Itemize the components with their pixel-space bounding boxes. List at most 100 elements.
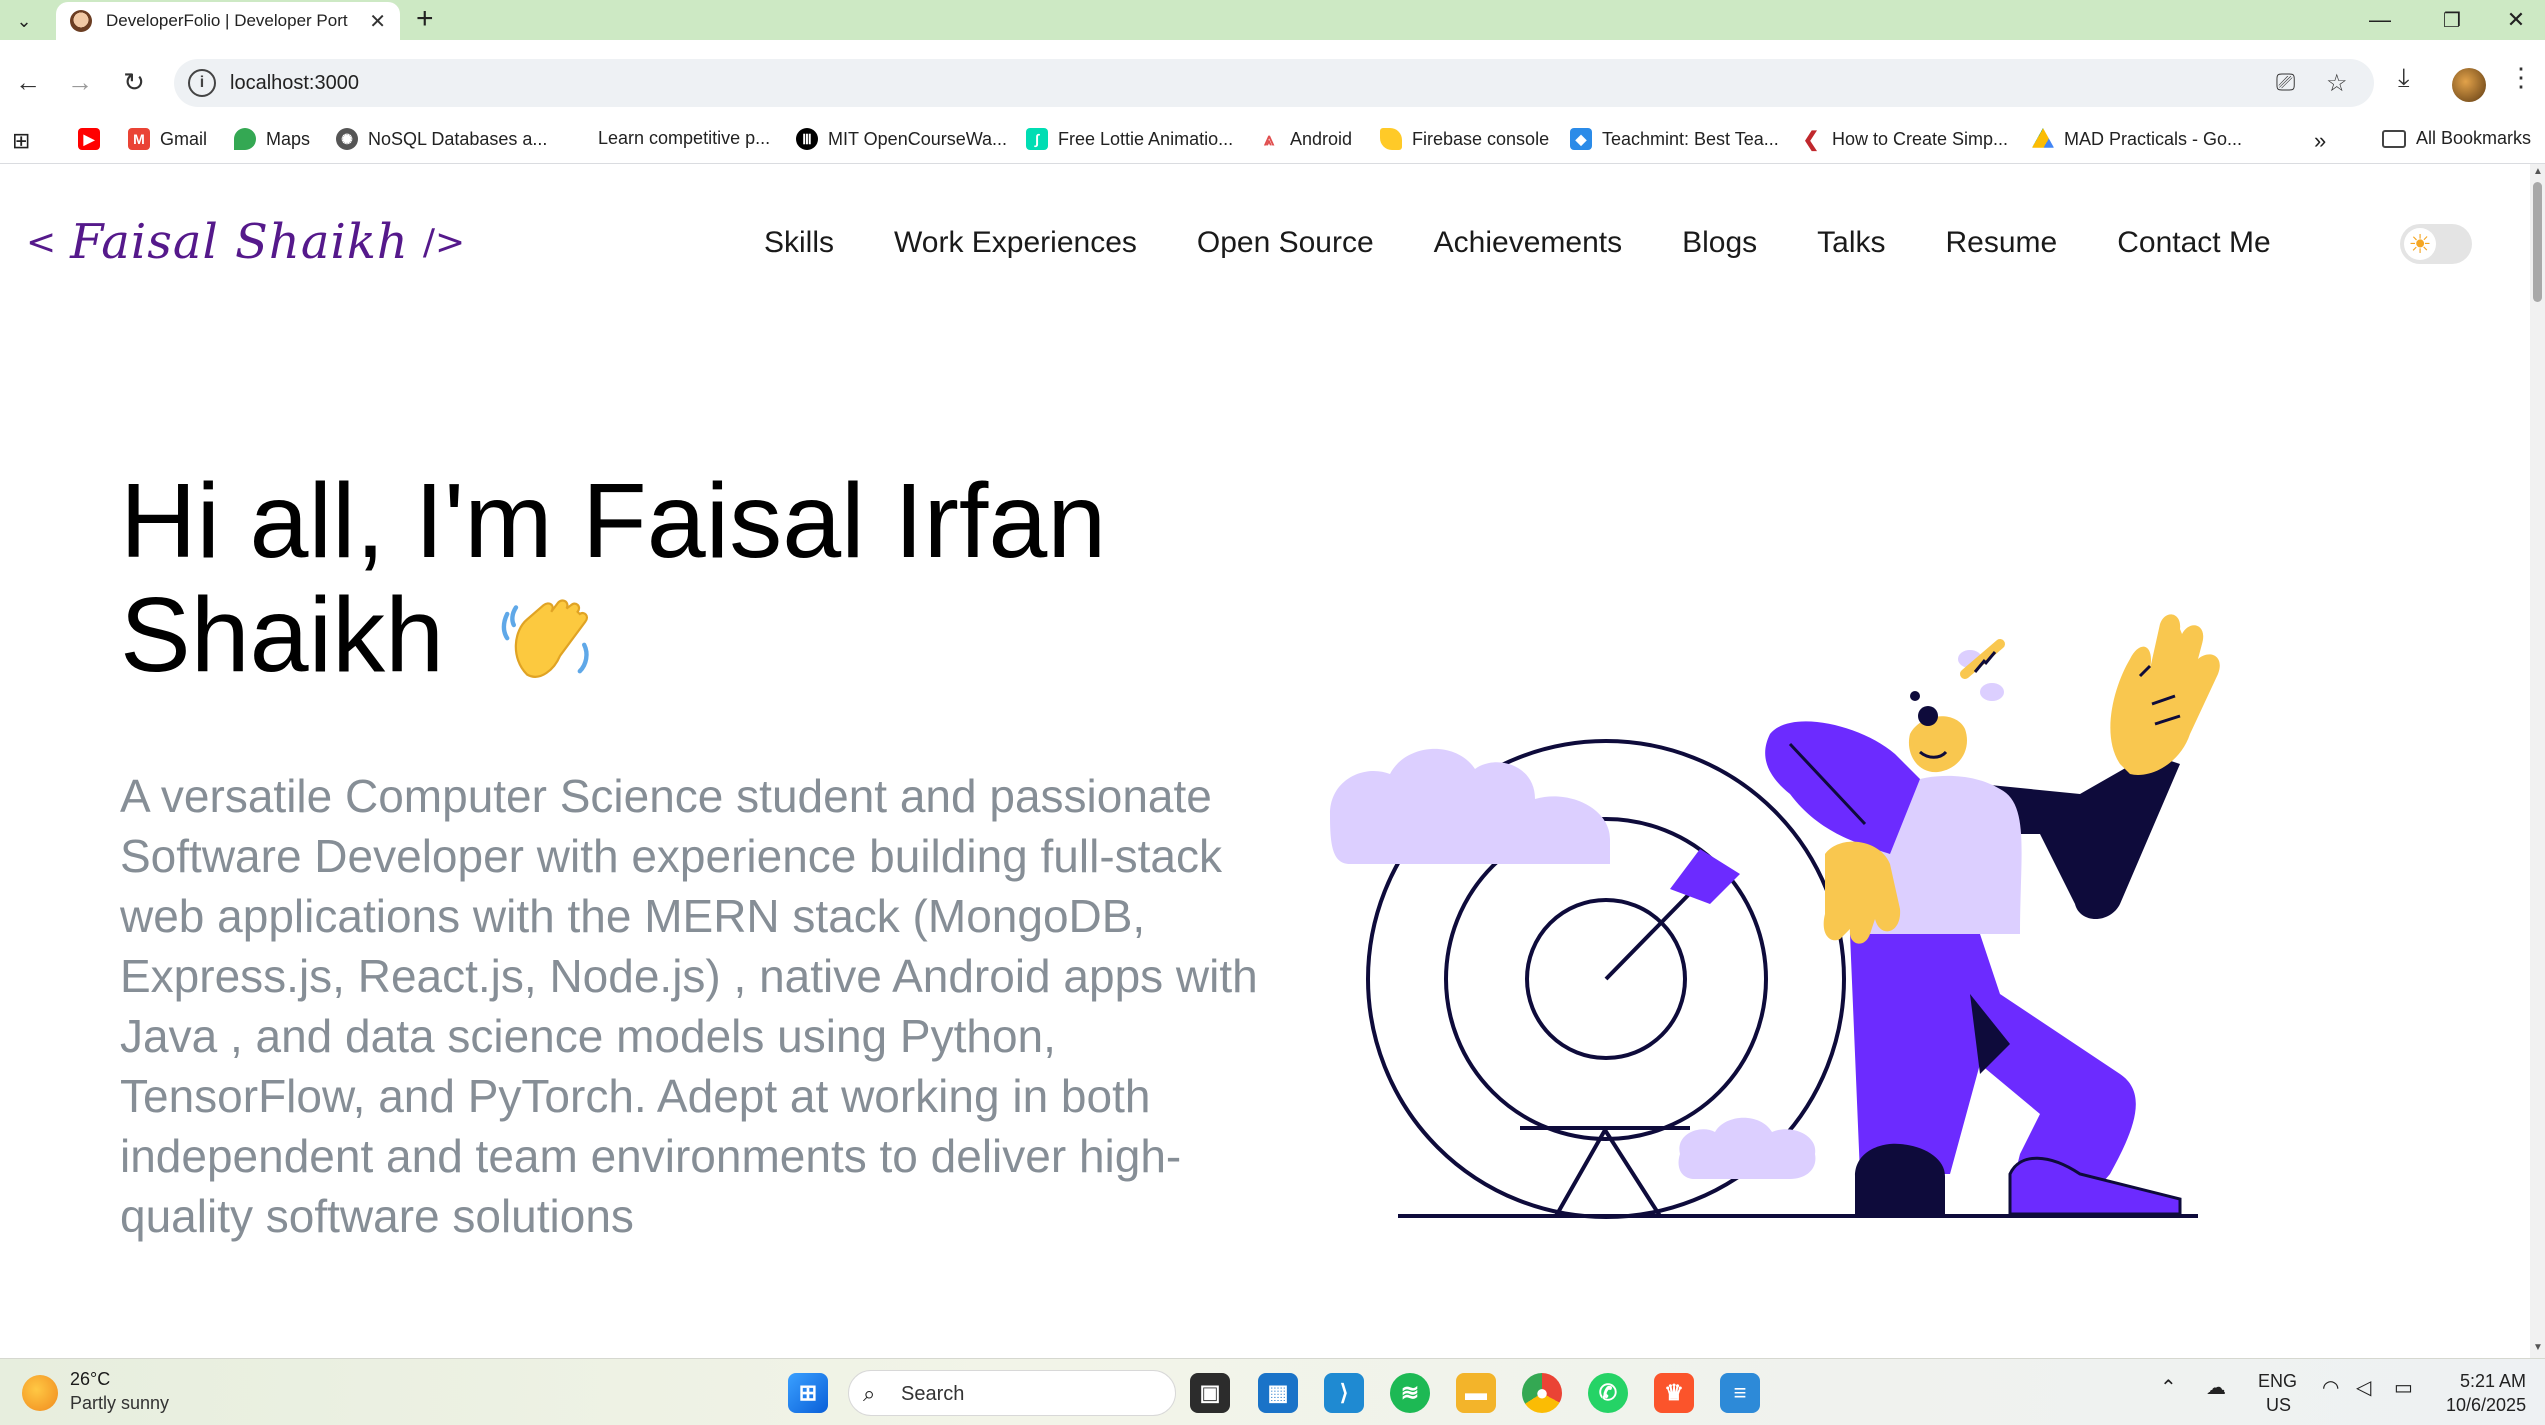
battery-icon[interactable]: ▭ (2394, 1375, 2413, 1400)
search-label: Search (901, 1383, 965, 1405)
bookmark-label: Maps (266, 128, 311, 149)
nav-work-experiences[interactable]: Work Experiences (894, 226, 1137, 260)
chevron-icon: ❮ (1800, 128, 1822, 151)
close-window-icon[interactable]: ✕ (2484, 0, 2545, 40)
bookmark-competitive[interactable]: Learn competitive p... (598, 128, 770, 149)
clock-date[interactable]: 10/6/2025 (2446, 1395, 2526, 1416)
taskbar-search[interactable]: ⌕ Search (848, 1370, 1176, 1416)
onedrive-icon[interactable]: ☁ (2206, 1375, 2226, 1400)
screen: ⌄ DeveloperFolio | Developer Port ✕ + — … (0, 0, 2545, 1425)
greeting-heading: Hi all, I'm Faisal Irfan Shaikh (120, 464, 1270, 692)
bookmark-teachmint[interactable]: ◆ Teachmint: Best Tea... (1570, 128, 1779, 150)
nav-open-source[interactable]: Open Source (1197, 226, 1374, 260)
weather-temperature[interactable]: 26°C (70, 1369, 110, 1390)
scroll-down-icon[interactable]: ▼ (2533, 1342, 2543, 1353)
restore-icon[interactable]: ❐ (2420, 0, 2484, 40)
maps-icon (234, 128, 256, 150)
nav-contact-me[interactable]: Contact Me (2117, 226, 2270, 260)
youtube-icon: ▶ (78, 128, 100, 150)
bookmark-maps[interactable]: Maps (234, 128, 310, 150)
tab-search-chevron-icon[interactable]: ⌄ (8, 6, 40, 36)
bookmark-label: NoSQL Databases a... (368, 128, 548, 149)
profile-avatar[interactable] (2452, 68, 2486, 102)
file-explorer-icon[interactable]: ▬ (1456, 1373, 1496, 1413)
reload-icon[interactable]: ↻ (114, 62, 154, 102)
wifi-icon[interactable]: ◠ (2322, 1375, 2339, 1400)
site-logo[interactable]: < Faisal Shaikh /> (26, 214, 465, 270)
language-indicator[interactable]: ENG (2258, 1371, 2297, 1392)
page-scrollbar[interactable]: ▲ ▼ (2530, 164, 2545, 1358)
spotify-icon[interactable]: ≋ (1390, 1373, 1430, 1413)
character-eye-dot (1910, 691, 1920, 701)
bookmark-gmail[interactable]: M Gmail (128, 128, 207, 150)
bookmark-nosql[interactable]: ✺ NoSQL Databases a... (336, 128, 547, 150)
bookmark-label: How to Create Simp... (1832, 128, 2009, 149)
forward-icon[interactable]: → (60, 62, 100, 102)
airbnb-icon: ⩓ (1258, 128, 1280, 150)
start-windows-icon[interactable]: ⊞ (788, 1373, 828, 1413)
notepad-icon[interactable]: ≡ (1720, 1373, 1760, 1413)
folder-icon (2382, 129, 2406, 148)
logo-name: Faisal Shaikh (70, 214, 409, 270)
dart-flight (1670, 849, 1740, 904)
download-icon[interactable]: ⤓ (2398, 62, 2410, 94)
apps-grid-icon[interactable]: ⊞ (12, 128, 30, 154)
close-tab-icon[interactable]: ✕ (369, 9, 386, 34)
waving-hand-icon (501, 599, 589, 678)
mit-icon: Ⅲ (796, 128, 818, 150)
task-view-icon[interactable]: ▣ (1190, 1373, 1230, 1413)
lottie-icon: ∫ (1026, 128, 1048, 150)
logo-close-bracket: /> (422, 221, 466, 263)
bookmark-mad[interactable]: MAD Practicals - Go... (2032, 128, 2242, 150)
bookmark-firebase[interactable]: Firebase console (1380, 128, 1549, 150)
weather-sun-cloud-icon[interactable] (22, 1375, 58, 1411)
nav-blogs[interactable]: Blogs (1682, 226, 1757, 260)
youtube-bookmark[interactable]: ▶ (78, 128, 110, 150)
bookmark-label: Firebase console (1412, 128, 1550, 149)
bookmark-lottie[interactable]: ∫ Free Lottie Animatio... (1026, 128, 1233, 150)
whatsapp-icon[interactable]: ✆ (1588, 1373, 1628, 1413)
scrollbar-thumb[interactable] (2533, 182, 2542, 302)
minimize-icon[interactable]: — (2348, 0, 2412, 40)
character-eye (1918, 706, 1938, 726)
nav-talks[interactable]: Talks (1817, 226, 1885, 260)
drive-icon (2032, 128, 2054, 148)
install-app-icon[interactable]: ⎚ (2276, 69, 2295, 97)
gmail-icon: M (128, 128, 150, 150)
greeting-text: Hi all, I'm Faisal Irfan Shaikh (120, 462, 1107, 694)
character-head (1908, 716, 1967, 773)
nav-skills[interactable]: Skills (764, 226, 834, 260)
brave-icon[interactable]: ♛ (1654, 1373, 1694, 1413)
active-tab[interactable]: DeveloperFolio | Developer Port ✕ (56, 2, 400, 40)
all-bookmarks-folder[interactable]: All Bookmarks (2382, 128, 2531, 149)
bookmark-android[interactable]: ⩓ Android (1258, 128, 1352, 150)
windows-taskbar: 26°C Partly sunny ⊞ ⌕ Search ▣ ▦ ⟩ ≋ ▬ ●… (0, 1358, 2545, 1425)
bookmark-label: Teachmint: Best Tea... (1602, 128, 1779, 149)
scroll-up-icon[interactable]: ▲ (2533, 166, 2543, 177)
nav-resume[interactable]: Resume (1946, 226, 2058, 260)
bookmark-label: All Bookmarks (2416, 128, 2532, 148)
logo-open-bracket: < (26, 221, 57, 263)
theme-toggle[interactable]: ☀ (2400, 224, 2472, 264)
nav-achievements[interactable]: Achievements (1434, 226, 1622, 260)
dart-shaft (1604, 879, 1704, 981)
menu-icon[interactable]: ⋮ (2508, 62, 2534, 93)
bookmark-mit[interactable]: Ⅲ MIT OpenCourseWa... (796, 128, 1007, 150)
bookmark-howto[interactable]: ❮ How to Create Simp... (1800, 128, 2009, 151)
weather-description[interactable]: Partly sunny (70, 1393, 169, 1414)
more-bookmarks-icon[interactable]: » (2314, 128, 2326, 154)
clock-time[interactable]: 5:21 AM (2460, 1371, 2526, 1392)
chrome-icon[interactable]: ● (1522, 1373, 1562, 1413)
back-icon[interactable]: ← (8, 62, 48, 102)
url-text: localhost:3000 (230, 72, 359, 94)
bookmark-label: Android (1290, 128, 1353, 149)
bookmark-star-icon[interactable]: ☆ (2326, 69, 2348, 98)
volume-icon[interactable]: ◁ (2356, 1375, 2371, 1400)
tray-chevron-icon[interactable]: ⌃ (2160, 1375, 2177, 1400)
vscode-icon[interactable]: ⟩ (1324, 1373, 1364, 1413)
store-icon[interactable]: ▦ (1258, 1373, 1298, 1413)
new-tab-icon[interactable]: + (416, 4, 434, 34)
site-info-icon[interactable]: i (188, 69, 216, 97)
region-indicator[interactable]: US (2266, 1395, 2291, 1416)
address-bar[interactable]: i localhost:3000 ⎚ ☆ (174, 59, 2374, 107)
